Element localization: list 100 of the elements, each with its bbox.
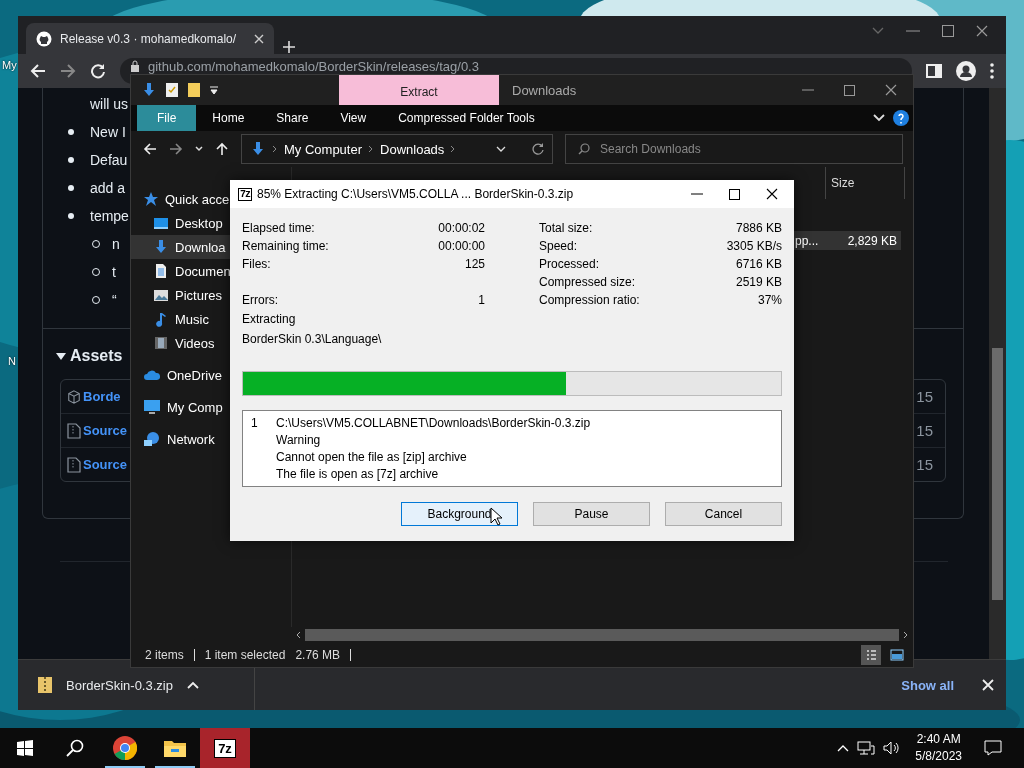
taskbar-app[interactable]: 7z [200, 728, 250, 768]
chevron-up-icon[interactable] [837, 744, 850, 752]
dialog-button[interactable]: Background [401, 502, 518, 526]
folder-icon[interactable] [187, 82, 201, 98]
details-view-button[interactable] [861, 645, 881, 665]
chevron-right-icon [368, 145, 375, 153]
nav-item[interactable]: Documen [131, 259, 231, 283]
dropdown-icon[interactable] [209, 85, 219, 95]
list-item-text: New I [90, 124, 126, 140]
refresh-icon[interactable] [532, 143, 544, 155]
stat-label: Files: [242, 257, 271, 271]
stat-label: Speed: [539, 239, 578, 253]
stat-value: 3305 KB/s [726, 239, 782, 253]
forward-arrow-icon[interactable] [60, 63, 76, 79]
volume-icon[interactable] [883, 741, 902, 755]
up-arrow-icon[interactable] [215, 142, 229, 156]
mouse-cursor-icon [490, 507, 502, 526]
new-tab-icon[interactable] [282, 40, 296, 54]
dialog-button[interactable]: Pause [533, 502, 650, 526]
asset-link[interactable]: Source [83, 423, 128, 438]
address-field[interactable]: My Computer Downloads [241, 134, 553, 164]
search-box[interactable]: Search Downloads [565, 134, 903, 164]
scroll-right-icon[interactable] [903, 631, 909, 639]
context-tab[interactable]: Extract [339, 75, 499, 105]
clock[interactable]: 2:40 AM 5/8/2023 [909, 731, 976, 765]
chrome-icon [113, 736, 137, 760]
desktop-icon-label: My [2, 59, 17, 71]
show-all-button[interactable]: Show all [895, 673, 960, 697]
reload-icon[interactable] [90, 63, 106, 79]
dialog-button[interactable]: Cancel [665, 502, 782, 526]
more-menu-icon[interactable] [990, 63, 994, 79]
nav-item[interactable]: My Comp [131, 395, 231, 419]
breadcrumb[interactable]: My Computer [284, 141, 363, 157]
forward-arrow-icon[interactable] [169, 142, 183, 156]
lock-icon [130, 60, 140, 72]
maximize-icon[interactable] [942, 25, 954, 37]
close-icon[interactable] [885, 84, 897, 96]
download-icon [141, 82, 157, 98]
asset-link[interactable]: Source [83, 457, 128, 472]
chevron-right-icon [272, 145, 278, 153]
stat-value: 37% [757, 293, 782, 307]
bullet-icon [68, 213, 74, 219]
nav-item[interactable]: Network [131, 427, 231, 451]
nav-item[interactable]: Pictures [131, 283, 231, 307]
triangle-down-icon[interactable] [56, 351, 66, 361]
properties-icon[interactable] [165, 82, 179, 98]
message-number: 1 [251, 414, 259, 431]
ribbon-tab[interactable]: File [137, 105, 197, 131]
message-line: C:\Users\VM5.COLLABNET\Downloads\BorderSkin-0.3.zip [276, 414, 591, 431]
caret-up-icon[interactable] [186, 681, 199, 689]
scroll-left-icon[interactable] [295, 631, 301, 639]
desktop-icon [153, 215, 169, 231]
nav-item[interactable]: Quick acce [131, 187, 231, 211]
nav-item[interactable]: OneDrive [131, 363, 231, 387]
back-arrow-icon[interactable] [143, 142, 157, 156]
close-icon[interactable] [976, 25, 988, 37]
browser-tab[interactable]: Release v0.3 · mohamedkomalo/ [26, 23, 274, 54]
maximize-icon[interactable] [844, 84, 855, 96]
ribbon-tab[interactable]: Compressed Folder Tools [382, 105, 551, 131]
stat-value: 125 [464, 257, 485, 271]
bullet-icon [68, 157, 74, 163]
file-size: 2,829 KB [847, 233, 897, 248]
chevron-right-icon [450, 145, 457, 153]
sidebar-icon[interactable] [926, 64, 942, 78]
nav-item[interactable]: Downloa [131, 235, 231, 259]
column-header[interactable]: Size [825, 167, 905, 199]
list-item-text: add a [90, 180, 126, 196]
network-icon[interactable] [857, 741, 876, 755]
star-icon [143, 191, 159, 207]
close-icon[interactable] [766, 188, 778, 200]
ribbon-tab[interactable]: Share [260, 105, 325, 131]
bullet-icon [68, 129, 74, 135]
maximize-icon[interactable] [729, 188, 740, 200]
notification-icon[interactable] [984, 740, 1002, 756]
nav-item[interactable]: Desktop [131, 211, 231, 235]
profile-icon[interactable] [956, 61, 976, 81]
breadcrumb[interactable]: Downloads [380, 141, 445, 157]
stat-value: 6716 KB [735, 257, 782, 271]
ribbon-tab[interactable]: View [324, 105, 383, 131]
network-icon [143, 431, 161, 447]
nav-item[interactable]: Videos [131, 331, 231, 355]
stat-label: Processed: [539, 257, 600, 271]
ribbon-tab[interactable]: Home [196, 105, 261, 131]
help-icon[interactable] [893, 110, 909, 126]
scrollbar-thumb[interactable] [992, 348, 1003, 600]
file-name[interactable]: pp... [795, 233, 819, 248]
search-icon [66, 739, 84, 757]
list-item-text: n [112, 236, 120, 252]
dialog-title: 85% Extracting C:\Users\VM5.COLLA ... BorderSkin-0.3.zip [257, 187, 574, 201]
asset-link[interactable]: Borde [83, 389, 121, 404]
computer-icon [143, 399, 161, 415]
nav-item[interactable]: Music [131, 307, 231, 331]
list-item-text: tempe [90, 208, 129, 224]
search-field[interactable]: Search Downloads [600, 136, 890, 162]
message-line: Warning [276, 431, 322, 448]
download-file-name[interactable]: BorderSkin-0.3.zip [66, 677, 173, 693]
assets-heading: Assets [70, 347, 123, 365]
message-line: Cannot open the file as [zip] archive [276, 448, 468, 465]
back-arrow-icon[interactable] [30, 63, 46, 79]
scrollbar-thumb[interactable] [305, 629, 899, 641]
